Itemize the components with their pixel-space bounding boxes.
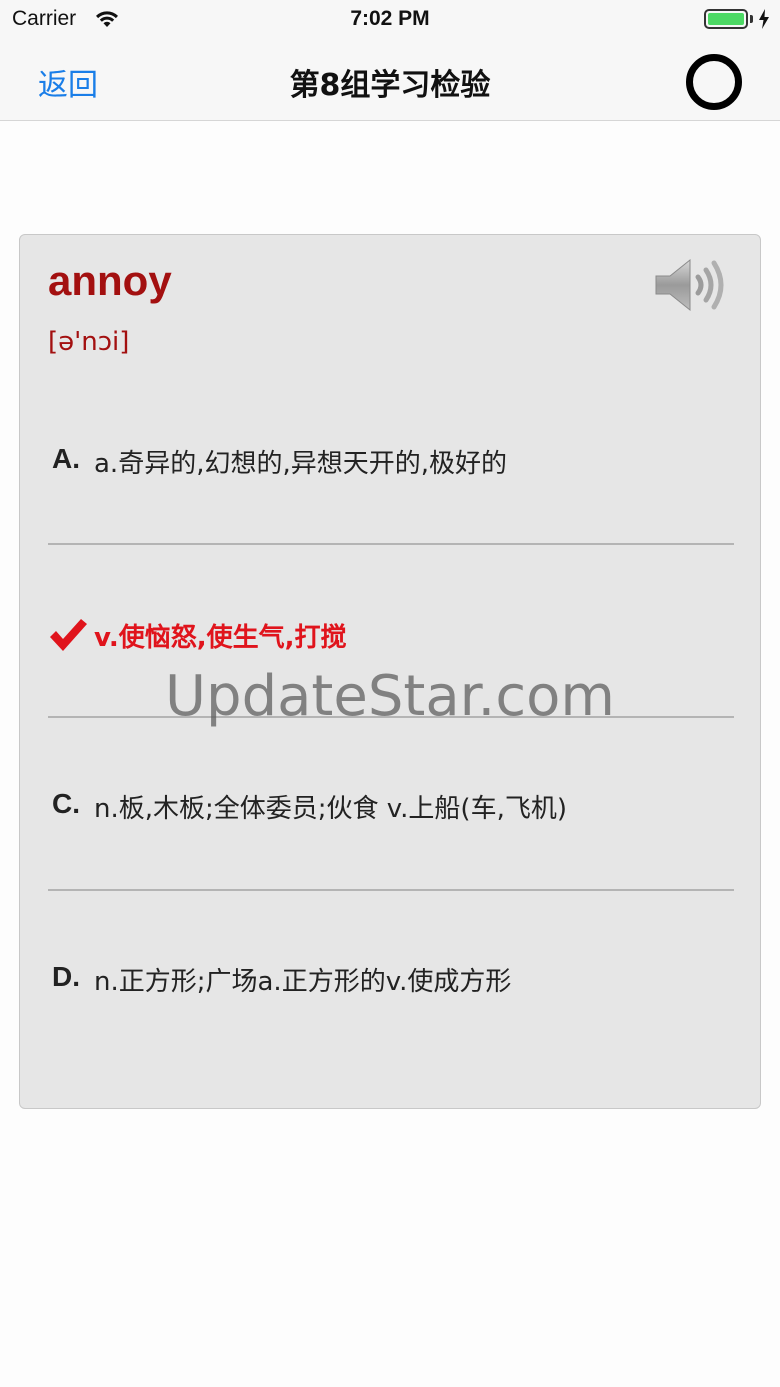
page-title: 第8组学习检验 — [289, 68, 491, 103]
option-letter: A. — [52, 443, 80, 474]
option-d[interactable]: D. n.正方形;广场a.正方形的v.使成方形 — [20, 891, 762, 1063]
speaker-icon[interactable] — [654, 255, 730, 315]
circle-icon[interactable] — [686, 54, 742, 110]
battery-level — [708, 13, 744, 25]
navigation-bar: 返回 第8组学习检验 — [0, 40, 780, 121]
quiz-card: annoy [ə'nɔi] A. a.奇异的,幻想的,异想天开的,极好的 v.使… — [19, 234, 761, 1109]
charging-icon — [759, 9, 769, 29]
option-text: n.板,木板;全体委员;伙食 v.上船(车,飞机) — [94, 794, 567, 824]
checkmark-icon — [50, 619, 87, 651]
battery-icon — [704, 9, 748, 29]
option-text: a.奇异的,幻想的,异想天开的,极好的 — [94, 449, 507, 479]
option-text: v.使恼怒,使生气,打搅 — [94, 623, 347, 653]
option-a[interactable]: A. a.奇异的,幻想的,异想天开的,极好的 — [20, 373, 762, 545]
option-letter: D. — [52, 961, 80, 992]
option-letter: C. — [52, 788, 80, 819]
status-bar: Carrier 7:02 PM — [0, 0, 780, 40]
option-c[interactable]: C. n.板,木板;全体委员;伙食 v.上船(车,飞机) — [20, 718, 762, 890]
clock: 7:02 PM — [350, 7, 430, 30]
option-b[interactable]: v.使恼怒,使生气,打搅 — [20, 545, 762, 717]
quiz-word: annoy — [48, 257, 172, 304]
phonetic-text: [ə'nɔi] — [48, 327, 130, 357]
battery-tip — [750, 15, 753, 23]
option-text: n.正方形;广场a.正方形的v.使成方形 — [94, 967, 512, 997]
